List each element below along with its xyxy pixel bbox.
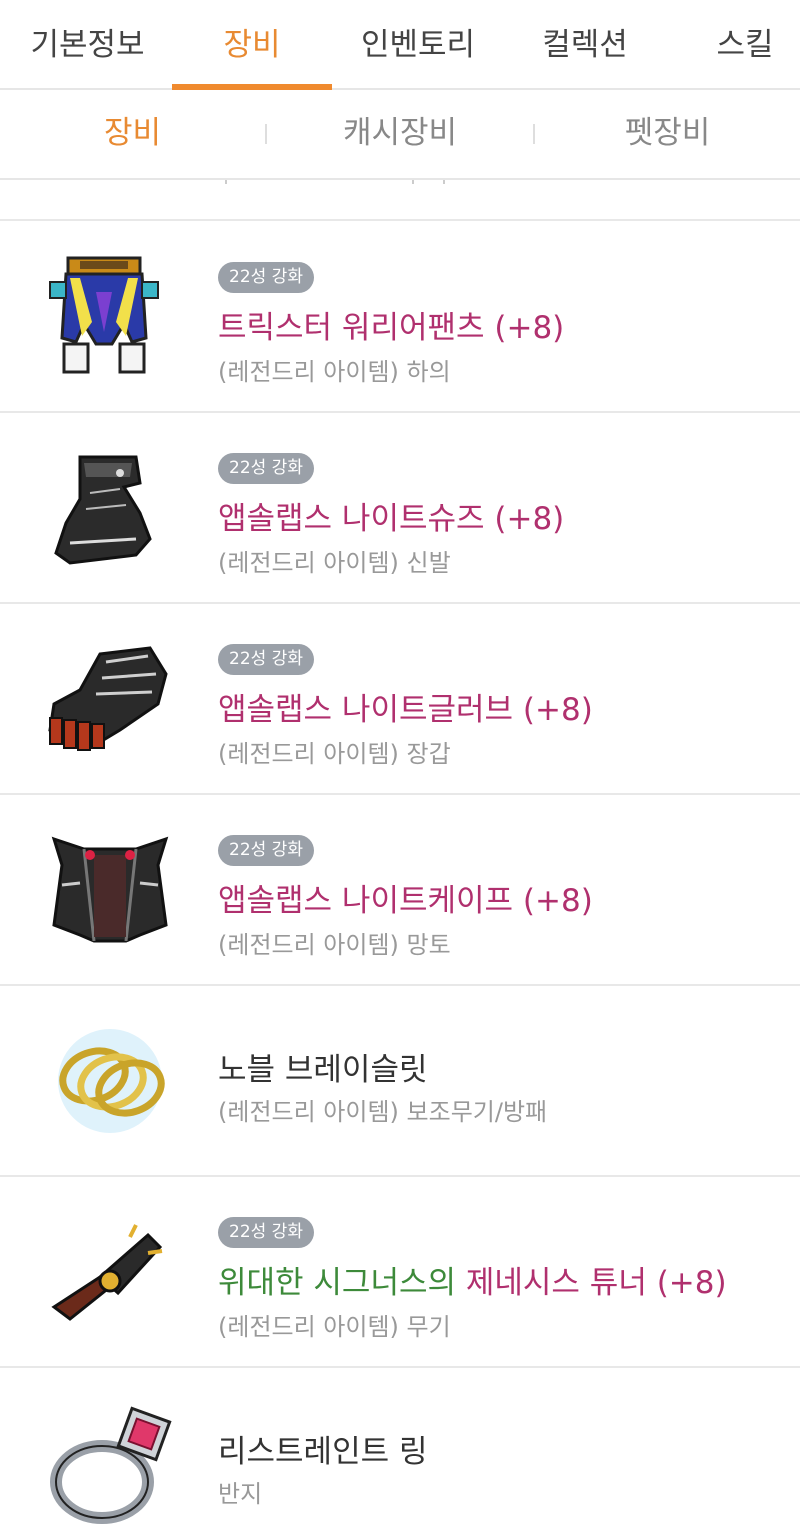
tab-collection[interactable]: 컬렉션 bbox=[520, 0, 650, 90]
weapon-icon bbox=[40, 1207, 180, 1337]
item-type: (레전드리 아이템) 망토 bbox=[218, 931, 451, 959]
shoes-icon bbox=[40, 443, 180, 573]
item-type: (레전드리 아이템) 하의 bbox=[218, 358, 451, 386]
subtab-equipment[interactable]: 장비 bbox=[60, 90, 205, 178]
item-type: 반지 bbox=[218, 1480, 263, 1508]
item-name: 앱솔랩스 나이트글러브 (+8) bbox=[218, 692, 593, 728]
tab-basic-info[interactable]: 기본정보 bbox=[20, 0, 155, 90]
cape-icon bbox=[40, 825, 180, 955]
list-item[interactable]: 22성 강화 앱솔랩스 나이트슈즈 (+8) (레전드리 아이템) 신발 bbox=[0, 413, 800, 604]
enhancement-badge: 22성 강화 bbox=[218, 262, 314, 293]
item-name-prefix: 위대한 시그너스의 bbox=[218, 1265, 457, 1301]
item-type: (레전드리 아이템) 장갑 bbox=[218, 740, 451, 768]
main-tab-bar: 기본정보 장비 인벤토리 컬렉션 스킬 bbox=[0, 0, 800, 90]
bracelet-icon bbox=[40, 1016, 180, 1146]
enhancement-badge: 22성 강화 bbox=[218, 1217, 314, 1248]
item-name: 앱솔랩스 나이트슈즈 (+8) bbox=[218, 501, 565, 537]
tab-skill[interactable]: 스킬 bbox=[700, 0, 790, 90]
tab-inventory[interactable]: 인벤토리 bbox=[348, 0, 488, 90]
list-item[interactable]: 22성 강화 앱솔랩스 나이트글러브 (+8) (레전드리 아이템) 장갑 bbox=[0, 604, 800, 795]
item-name-main: 제네시스 튜너 (+8) bbox=[465, 1265, 727, 1301]
tab-equipment[interactable]: 장비 bbox=[172, 0, 332, 90]
pants-icon bbox=[40, 252, 180, 382]
list-item[interactable]: 22성 강화 위대한 시그너스의 제네시스 튜너 (+8) (레전드리 아이템)… bbox=[0, 1177, 800, 1368]
item-name: 앱솔랩스 나이트케이프 (+8) bbox=[218, 883, 593, 919]
item-name: 위대한 시그너스의 제네시스 튜너 (+8) bbox=[218, 1257, 727, 1302]
item-type: (레전드리 아이템) 무기 bbox=[218, 1313, 451, 1341]
list-item-partial bbox=[0, 180, 800, 221]
subtab-divider bbox=[265, 124, 267, 144]
list-item[interactable]: 노블 브레이슬릿 (레전드리 아이템) 보조무기/방패 bbox=[0, 986, 800, 1177]
item-type: (레전드리 아이템) 보조무기/방패 bbox=[218, 1098, 548, 1126]
item-name: 노블 브레이슬릿 bbox=[218, 1052, 428, 1088]
ring-icon bbox=[40, 1398, 180, 1528]
list-item[interactable]: 22성 강화 트릭스터 워리어팬츠 (+8) (레전드리 아이템) 하의 bbox=[0, 222, 800, 413]
item-name: 리스트레인트 링 bbox=[218, 1434, 428, 1470]
list-item[interactable]: 22성 강화 앱솔랩스 나이트케이프 (+8) (레전드리 아이템) 망토 bbox=[0, 795, 800, 986]
subtab-divider bbox=[533, 124, 535, 144]
gloves-icon bbox=[40, 634, 180, 764]
list-item[interactable]: 리스트레인트 링 반지 bbox=[0, 1368, 800, 1524]
item-name: 트릭스터 워리어팬츠 (+8) bbox=[218, 310, 565, 346]
subtab-pet-equipment[interactable]: 펫장비 bbox=[580, 90, 755, 178]
item-type: (레전드리 아이템) 신발 bbox=[218, 549, 451, 577]
subtab-cash-equipment[interactable]: 캐시장비 bbox=[300, 90, 500, 178]
sub-tab-bar: 장비 캐시장비 펫장비 bbox=[0, 90, 800, 180]
enhancement-badge: 22성 강화 bbox=[218, 644, 314, 675]
enhancement-badge: 22성 강화 bbox=[218, 453, 314, 484]
enhancement-badge: 22성 강화 bbox=[218, 835, 314, 866]
